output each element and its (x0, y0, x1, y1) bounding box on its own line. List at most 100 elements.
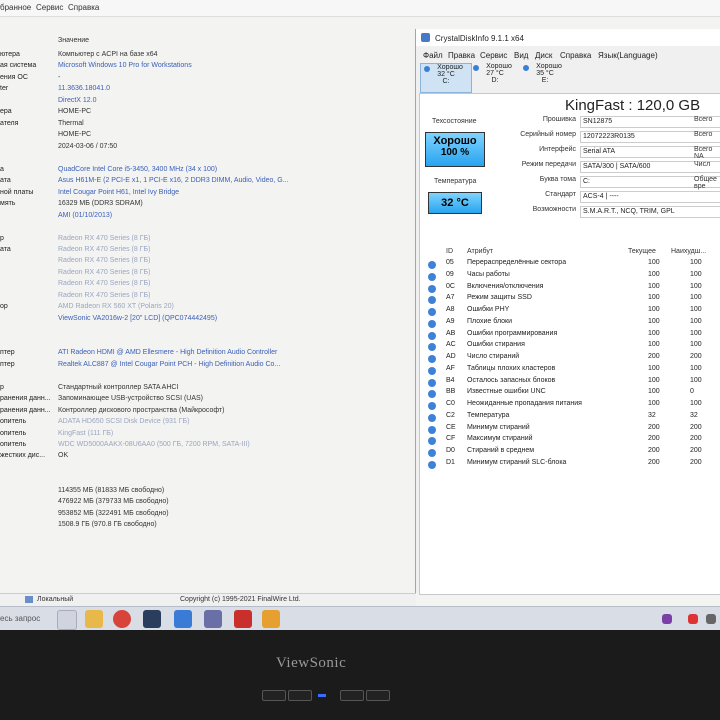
disk-info-value[interactable]: S.M.A.R.T., NCQ, TRIM, GPL (580, 206, 720, 218)
smart-row[interactable]: A7 Режим защиты SSD 100 100 (426, 294, 720, 306)
summary-label: жестких дис... (0, 452, 46, 460)
monitor-button-2[interactable] (288, 690, 312, 701)
summary-value[interactable]: QuadCore Intel Core i5-3450, 3400 MHz (3… (58, 166, 217, 173)
smart-attribute: Режим защиты SSD (467, 294, 532, 302)
summary-value: - (58, 73, 61, 81)
smart-header-id[interactable]: ID (446, 248, 453, 255)
crystaldiskinfo-window: CrystalDiskInfo 9.1.1 x64 Файл Правка Се… (415, 29, 720, 595)
smart-row[interactable]: 0C Включения/отключения 100 100 (426, 283, 720, 295)
smart-row[interactable]: B4 Осталось запасных блоков 100 100 (426, 377, 720, 389)
disk-info-value[interactable]: ACS-4 | ---- (580, 191, 720, 203)
smart-header-attr[interactable]: Атрибут (467, 248, 493, 255)
summary-value[interactable]: Microsoft Windows 10 Pro for Workstation… (58, 62, 192, 69)
summary-label: ter (0, 85, 9, 93)
smart-attribute: Таблицы плохих кластеров (467, 364, 556, 372)
cdi-menu-service[interactable]: Сервис (480, 51, 507, 60)
summary-value: Radeon RX 470 Series (8 ГБ) (58, 245, 151, 253)
file-explorer-icon[interactable] (85, 610, 103, 628)
cdi-menu-view[interactable]: Вид (514, 51, 528, 60)
summary-value[interactable]: DirectX 12.0 (58, 97, 97, 104)
menu-item-service[interactable]: Сервис (36, 3, 63, 12)
monitor-button-4[interactable] (366, 690, 390, 701)
cdi-menu-edit[interactable]: Правка (448, 51, 475, 60)
cdi-menu-file[interactable]: Файл (423, 51, 443, 60)
smart-row[interactable]: CF Максимум стираний 200 200 (426, 435, 720, 447)
disk-tab-c[interactable]: Хорошо 32 °C C: (420, 63, 472, 93)
smart-id: AC (446, 341, 456, 349)
smart-row[interactable]: CE Минимум стираний 200 200 (426, 424, 720, 436)
summary-label: ая система (0, 62, 37, 70)
smart-row[interactable]: C0 Неожиданные пропадания питания 100 100 (426, 400, 720, 412)
steam-icon[interactable] (143, 610, 161, 628)
smart-row[interactable]: AF Таблицы плохих кластеров 100 100 (426, 365, 720, 377)
task-view-icon[interactable] (57, 610, 77, 630)
smart-id: BB (446, 388, 456, 396)
smart-row[interactable]: A8 Ошибки PHY 100 100 (426, 306, 720, 318)
smart-attribute: Плохие блоки (467, 317, 512, 325)
smart-current: 100 (648, 306, 660, 313)
smart-id: AF (446, 364, 455, 372)
taskbar-search[interactable]: есь запрос (0, 611, 52, 627)
summary-value[interactable]: Realtek ALC887 @ Intel Cougar Point PCH … (58, 361, 280, 368)
monitor-button-3[interactable] (340, 690, 364, 701)
monitor-button-1[interactable] (262, 690, 286, 701)
power-led (318, 694, 326, 697)
summary-value[interactable]: ViewSonic VA2016w-2 [20" LCD] (QPC074442… (58, 315, 217, 322)
smart-attribute: Перераспределённые сектора (467, 259, 567, 266)
cdi-menu-disk[interactable]: Диск (535, 51, 552, 60)
summary-value[interactable]: AMI (01/10/2013) (58, 212, 112, 219)
aida64-icon[interactable] (174, 610, 192, 628)
smart-row[interactable]: AC Ошибки стирания 100 100 (426, 341, 720, 353)
status-dot-icon (428, 402, 436, 410)
volume-icon[interactable] (706, 614, 716, 624)
smart-id: CF (446, 435, 456, 443)
disk-tab-e[interactable]: Хорошо 35 °C E: (520, 63, 570, 91)
summary-value: 476922 МБ (379733 МБ свободно) (58, 498, 169, 506)
app-orange-icon[interactable] (262, 610, 280, 628)
summary-value[interactable]: 11.3636.18041.0 (58, 85, 110, 92)
smart-row[interactable]: 09 Часы работы 100 100 (426, 271, 720, 283)
app-red-icon[interactable] (234, 610, 252, 628)
smart-row[interactable]: BB Известные ошибки UNC 100 0 (426, 388, 720, 400)
summary-label: ения ОС (0, 73, 28, 81)
smart-worst: 200 (690, 458, 702, 466)
summary-label: ютера (0, 51, 20, 58)
smart-current: 100 (648, 341, 660, 349)
smart-header-current[interactable]: Текущее (628, 248, 656, 255)
summary-value[interactable]: ATI Radeon HDMI @ AMD Ellesmere - High D… (58, 349, 277, 356)
smart-row[interactable]: AD Число стираний 200 200 (426, 353, 720, 365)
smart-row[interactable]: D1 Минимум стираний SLC-блока 200 200 (426, 459, 720, 471)
health-status-box[interactable]: Хорошо 100 % (425, 132, 485, 167)
smart-current: 100 (648, 329, 660, 337)
tray-alert-icon[interactable] (688, 614, 698, 624)
value-column-header[interactable]: Значение (58, 37, 89, 44)
smart-id: C2 (446, 411, 455, 419)
smart-table: ID Атрибут Текущее Наихудш... 05 Перерасп… (426, 248, 720, 513)
summary-value: Thermal (58, 119, 84, 127)
summary-value: Компьютер с ACPI на базе x64 (58, 51, 158, 58)
smart-header-worst[interactable]: Наихудш... (671, 248, 706, 255)
tray-app-icon[interactable] (662, 614, 672, 624)
status-dot-icon (428, 413, 436, 422)
cdi-menu-help[interactable]: Справка (560, 51, 591, 60)
smart-worst: 100 (690, 376, 702, 384)
smart-worst: 100 (690, 306, 702, 313)
disk-tab-d[interactable]: Хорошо 27 °C D: (470, 63, 520, 91)
summary-value: 114355 МБ (81833 МБ свободно) (58, 486, 165, 494)
menu-item-help[interactable]: Справка (68, 3, 99, 12)
monitor-brand-logo: ViewSonic (276, 655, 347, 671)
summary-value[interactable]: Asus H61M-E (2 PCI-E x1, 1 PCI-E x16, 2 … (58, 177, 289, 184)
smart-row[interactable]: A9 Плохие блоки 100 100 (426, 318, 720, 330)
smart-id: 0C (446, 282, 455, 290)
chrome-icon[interactable] (113, 610, 131, 628)
crystaldiskinfo-taskbar-icon[interactable] (204, 610, 222, 628)
smart-worst: 100 (690, 282, 702, 290)
smart-row[interactable]: D0 Стираний в среднем 200 200 (426, 447, 720, 459)
smart-row[interactable]: AB Ошибки программирования 100 100 (426, 330, 720, 342)
smart-row[interactable]: 05 Перераспределённые сектора 100 100 (426, 259, 720, 271)
cdi-menu-language[interactable]: Язык(Language) (598, 51, 658, 60)
menu-item-favorites[interactable]: бранное (0, 3, 31, 12)
summary-value[interactable]: Intel Cougar Point H61, Intel Ivy Bridge (58, 189, 179, 196)
smart-row[interactable]: C2 Температура 32 32 (426, 412, 720, 424)
smart-worst: 100 (690, 329, 702, 337)
